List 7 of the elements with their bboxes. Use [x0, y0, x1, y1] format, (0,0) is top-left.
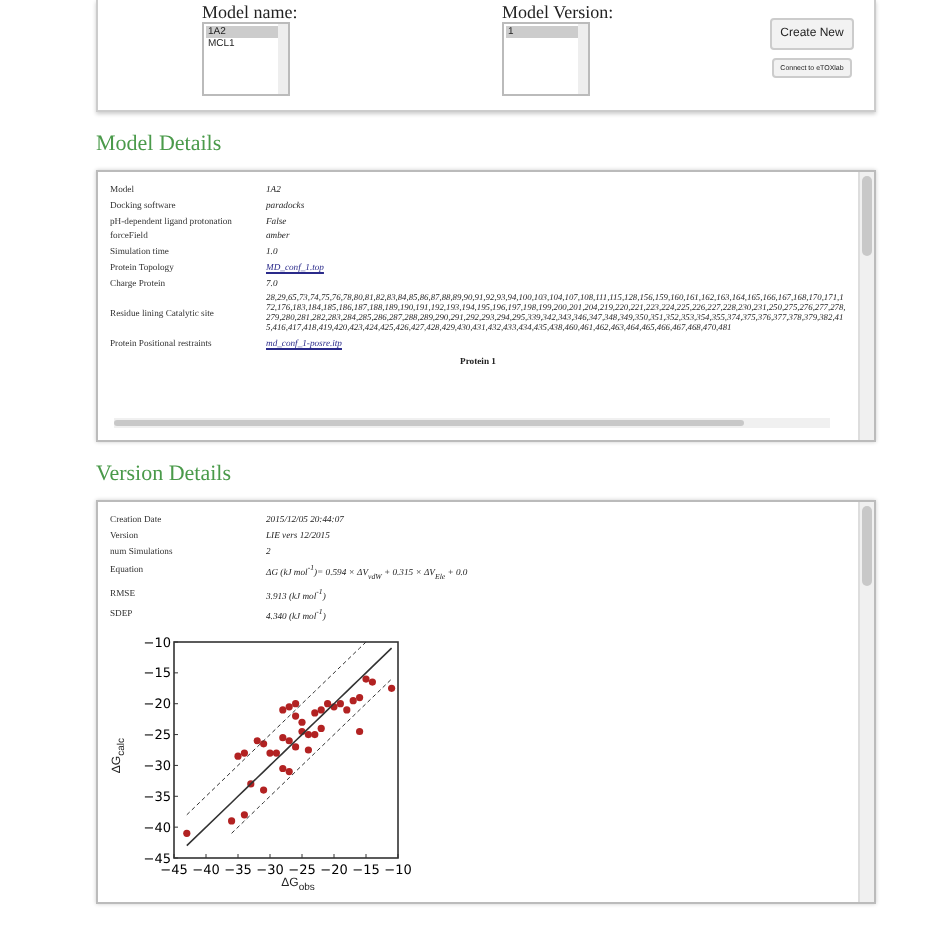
section-heading: Version Details — [96, 462, 234, 486]
horizontal-scrollbar[interactable] — [114, 418, 830, 428]
section-heading: Model Details — [96, 132, 224, 156]
vertical-scrollbar[interactable] — [858, 502, 874, 902]
vertical-scrollbar[interactable] — [858, 172, 874, 440]
field-label: Model name: — [202, 2, 298, 22]
field-label: Model Version: — [502, 2, 614, 22]
